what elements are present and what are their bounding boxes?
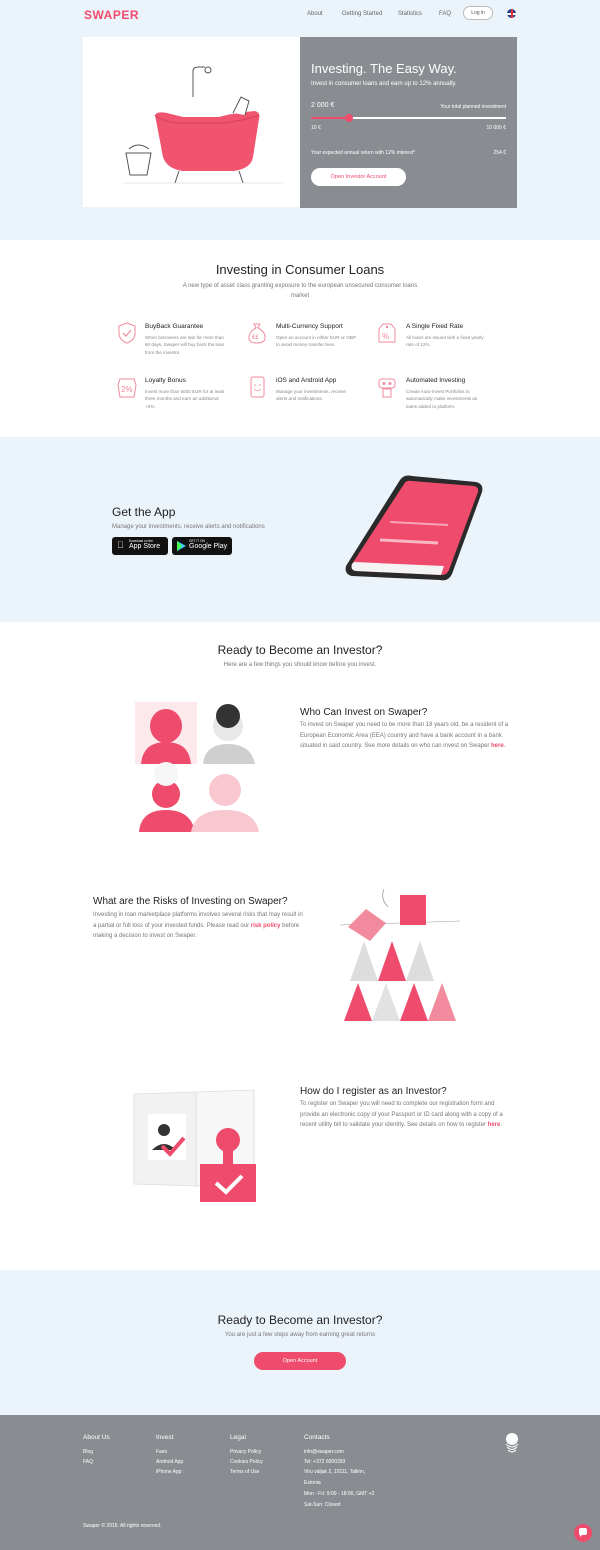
app-section [0,437,600,622]
planned-investment-label: Your total planned investment [440,104,506,110]
expected-return-value: 254 € [493,150,506,156]
footer-legal-heading: Legal [230,1434,246,1441]
who-can-invest-text: To invest on Swaper you need to be more … [300,722,509,749]
google-play-icon [177,541,186,551]
feature-desc-automated: Create Auto-Invest Portfolios to automat… [406,389,478,409]
robot-icon [376,375,398,399]
feature-desc-currency: Open an account in either EUR or GBP to … [276,335,356,348]
nav-faq[interactable]: FAQ [439,11,451,17]
open-account-button[interactable]: Open Account [254,1352,346,1370]
footer-country: Estonia [304,1480,321,1486]
investor-section-subtitle: Here are a few things you should know be… [223,662,377,668]
feature-title-fixed-rate: A Single Fixed Rate [406,323,464,330]
who-can-invest-link[interactable]: here [491,743,504,749]
app-store-button[interactable]:  Download on the App Store [112,537,168,555]
feature-desc-fixed-rate: All loans are issued with a fixed yearly… [406,335,484,348]
footer-phone: Tel: +372 6000393 [304,1459,346,1465]
footer-link-faq[interactable]: FAQ [83,1459,93,1465]
percent-tag-icon: % [376,321,398,345]
apple-icon:  [117,541,124,550]
nav-statistics[interactable]: Statistics [398,11,422,17]
footer-link-faxo[interactable]: Faxo [156,1449,167,1455]
footer-contacts-heading: Contacts [304,1434,330,1441]
footer-link-android-app[interactable]: Android App [156,1459,183,1465]
feature-title-currency: Multi-Currency Support [276,323,343,330]
login-button[interactable]: Log in [463,6,493,20]
hero-subtitle: Invest in consumer loans and earn up to … [311,81,457,87]
cta-section [0,1270,600,1415]
feature-title-buyback: BuyBack Guarantee [145,323,204,330]
nav-getting-started[interactable]: Getting Started [342,11,382,17]
slider-fill [311,117,349,119]
feature-title-automated: Automated Investing [406,377,466,384]
google-play-label: Google Play [189,543,228,550]
chat-button[interactable] [574,1524,592,1542]
svg-text:%: % [382,332,389,341]
shield-check-icon [116,321,138,345]
people-illustration [133,698,263,843]
copyright: Swaper © 2015. All rights reserved. [83,1523,162,1529]
who-can-invest-body: To invest on Swaper you need to be more … [300,722,509,749]
footer-link-terms[interactable]: Terms of Use [230,1469,259,1475]
loans-subtitle: A new type of asset class granting expos… [182,283,418,299]
slider-min-label: 10 € [311,125,321,131]
risks-text: Investing in loan marketplace platforms … [93,910,303,942]
investment-amount: 2 000 € [311,102,335,109]
currency-bag-icon: €£ [246,321,268,345]
logo[interactable]: SWAPER [84,8,139,22]
investor-section-title: Ready to Become an Investor? [217,643,383,657]
footer-about-heading: About Us [83,1434,110,1441]
uk-flag-icon[interactable] [507,9,516,18]
feature-desc-buyback: When borrowers are late for more than 60… [145,335,225,355]
chat-bubble-icon [579,1528,587,1537]
footer-logo-icon [505,1432,519,1459]
who-can-invest-title: Who Can Invest on Swaper? [300,707,428,718]
cta-title: Ready to Become an Investor? [217,1313,383,1327]
app-title: Get the App [112,505,176,519]
footer-address: Viru väljak 2, 10111, Tallinn, [304,1469,366,1475]
phone-illustration [340,470,490,593]
risks-title: What are the Risks of Investing on Swape… [93,896,288,907]
slider-handle[interactable] [345,114,353,122]
risk-policy-link[interactable]: risk policy [251,923,281,929]
open-investor-account-button[interactable]: Open Investor Account [311,168,406,186]
footer-hours-weekday: Mon - Fri: 9:00 - 18:00, GMT +2 [304,1491,375,1497]
register-title: How do I register as an Investor? [300,1086,447,1097]
bonus-2-percent-icon: 2% [116,375,138,399]
slider-max-label: 10 000 € [486,125,506,131]
footer-invest-heading: Invest [156,1434,174,1441]
footer-link-blog[interactable]: Blog [83,1449,93,1455]
bathtub-illustration [83,37,300,207]
footer-link-iphone-app[interactable]: iPhone App [156,1469,182,1475]
footer-link-privacy[interactable]: Privacy Policy [230,1449,261,1455]
feature-desc-loyalty: Invest more than 5000 EUR for at least t… [145,389,225,409]
feature-title-loyalty: Loyalty Bonus [145,377,186,384]
feature-title-mobile: iOS and Android App [276,377,337,384]
loans-title: Investing in Consumer Loans [215,262,385,277]
svg-text:€£: €£ [252,335,259,341]
register-link[interactable]: here [488,1122,501,1128]
mobile-app-icon [246,375,268,399]
app-subtitle: Manage your investments, receive alerts … [112,524,265,530]
svg-text:2%: 2% [121,385,133,394]
app-store-label: App Store [129,543,161,550]
cta-subtitle: You are just a few steps away from earni… [224,1332,376,1338]
registration-illustration [130,1088,270,1208]
footer-email[interactable]: info@swaper.com [304,1449,344,1455]
footer-link-cookies[interactable]: Cookies Policy [230,1459,263,1465]
hero-title: Investing. The Easy Way. [311,61,457,76]
house-of-cards-illustration [330,885,470,1030]
register-body: To register on Swaper you will need to c… [300,1101,503,1128]
footer-hours-weekend: Sat-Sun: Closed [304,1502,341,1508]
nav-about[interactable]: About [307,11,323,17]
expected-return-label: Your expected annual return with 12% int… [311,150,416,156]
register-text: To register on Swaper you will need to c… [300,1101,503,1128]
google-play-button[interactable]: GET IT ON Google Play [172,537,232,555]
feature-desc-mobile: Manage your investments, receive alerts … [276,389,346,402]
